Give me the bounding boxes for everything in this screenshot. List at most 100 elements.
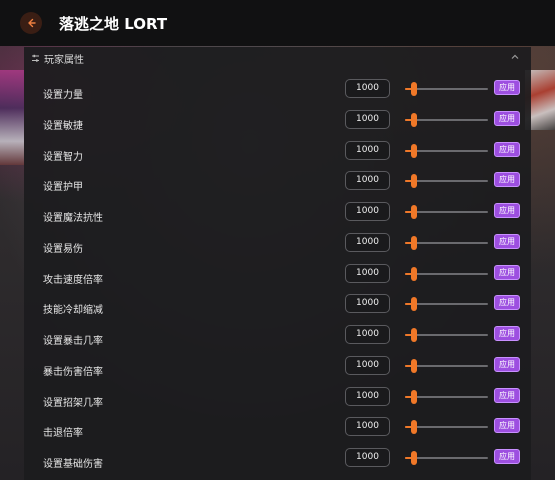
attribute-row: 设置护甲 1000 应用: [24, 170, 531, 201]
attribute-row: 设置魔法抗性 1000 应用: [24, 201, 531, 232]
section-title: 玩家属性: [44, 54, 84, 66]
slider-track: [405, 118, 488, 121]
attribute-label: 击退倍率: [43, 428, 83, 440]
slider-track: [405, 303, 488, 306]
section-header[interactable]: 玩家属性: [24, 47, 531, 69]
slider-thumb[interactable]: [410, 143, 417, 158]
slider-track: [405, 88, 488, 90]
value-input[interactable]: 1000: [345, 386, 390, 406]
attribute-label: 技能冷却缩减: [43, 305, 103, 317]
slider-thumb[interactable]: [410, 328, 417, 342]
apply-button[interactable]: 应用: [494, 356, 520, 372]
value-slider[interactable]: [405, 296, 488, 312]
value-slider[interactable]: [405, 266, 488, 282]
apply-button[interactable]: 应用: [494, 80, 520, 95]
apply-button[interactable]: 应用: [494, 203, 520, 218]
slider-thumb[interactable]: [410, 235, 417, 250]
slider-track: [405, 457, 488, 459]
value-slider[interactable]: [405, 235, 488, 251]
attribute-label: 设置魔法抗性: [43, 213, 103, 224]
apply-button[interactable]: 应用: [494, 264, 520, 280]
attribute-label: 设置暴击几率: [43, 336, 103, 347]
value-slider[interactable]: [405, 327, 488, 343]
chevron-up-icon[interactable]: [510, 52, 520, 62]
value-input[interactable]: 1000: [345, 263, 390, 283]
attribute-row: 攻击速度倍率 1000 应用: [24, 263, 531, 294]
slider-thumb[interactable]: [410, 420, 417, 435]
slider-thumb[interactable]: [410, 297, 417, 312]
slider-track: [405, 241, 488, 244]
attribute-row: 击退倍率 1000 应用: [24, 416, 531, 447]
attribute-label: 暴击伤害倍率: [43, 366, 103, 378]
app-title: 落逃之地 LORT: [59, 14, 168, 33]
attribute-row: 设置招架几率 1000 应用: [24, 386, 531, 417]
slider-track: [405, 272, 488, 275]
slider-track: [405, 334, 488, 336]
value-slider[interactable]: [405, 112, 488, 128]
value-slider[interactable]: [405, 143, 488, 159]
attribute-label: 设置护甲: [43, 182, 83, 194]
value-slider[interactable]: [405, 389, 488, 405]
attribute-row: 技能冷却缩减 1000 应用: [24, 293, 531, 324]
value-input[interactable]: 1000: [345, 171, 390, 191]
attribute-row: 设置暴击几率 1000 应用: [24, 324, 531, 355]
value-input[interactable]: 1000: [345, 448, 390, 467]
slider-thumb[interactable]: [410, 389, 417, 404]
value-slider[interactable]: [405, 419, 488, 435]
value-slider[interactable]: [405, 450, 488, 466]
apply-button[interactable]: 应用: [494, 326, 520, 341]
value-input[interactable]: 1000: [345, 232, 390, 252]
attribute-label: 攻击速度倍率: [43, 274, 103, 286]
slider-track: [405, 149, 488, 152]
value-input[interactable]: 1000: [345, 140, 390, 160]
sliders-icon: [32, 54, 39, 62]
back-button[interactable]: [20, 12, 42, 34]
slider-thumb[interactable]: [410, 112, 417, 127]
value-input[interactable]: 1000: [345, 79, 390, 98]
apply-button[interactable]: 应用: [494, 110, 520, 126]
slider-track: [405, 364, 488, 367]
value-input[interactable]: 1000: [345, 109, 390, 129]
slider-track: [405, 426, 488, 429]
value-input[interactable]: 1000: [345, 202, 390, 221]
value-slider[interactable]: [405, 173, 488, 189]
slider-thumb[interactable]: [410, 358, 417, 373]
apply-button[interactable]: 应用: [494, 233, 520, 249]
background-art-left: [0, 70, 24, 165]
attribute-label: 设置易伤: [43, 243, 83, 255]
value-input[interactable]: 1000: [345, 417, 390, 437]
apply-button[interactable]: 应用: [494, 295, 520, 311]
apply-button[interactable]: 应用: [494, 172, 520, 188]
value-input[interactable]: 1000: [345, 294, 390, 314]
slider-thumb[interactable]: [410, 266, 417, 281]
slider-thumb[interactable]: [410, 174, 417, 189]
value-slider[interactable]: [405, 204, 488, 220]
title-bar: 落逃之地 LORT: [0, 0, 555, 46]
attribute-row: 设置智力 1000 应用: [24, 140, 531, 171]
apply-button[interactable]: 应用: [494, 387, 520, 403]
apply-button[interactable]: 应用: [494, 418, 520, 434]
player-attributes-panel: 玩家属性 设置力量 1000 应用 设置敏捷 1000 应用 设置智力 1000 应用 设置护甲 1…: [24, 47, 531, 480]
slider-track: [405, 395, 488, 398]
apply-button[interactable]: 应用: [494, 449, 520, 464]
attribute-row: 设置力量 1000 应用: [24, 78, 531, 109]
back-arrow-icon: [28, 18, 36, 28]
attribute-row: 暴击伤害倍率 1000 应用: [24, 355, 531, 386]
attribute-label: 设置智力: [43, 151, 83, 163]
attribute-label: 设置招架几率: [43, 397, 103, 409]
apply-button[interactable]: 应用: [494, 141, 520, 157]
attribute-row: 设置基础伤害 1000 应用: [24, 447, 531, 478]
value-slider[interactable]: [405, 81, 488, 97]
slider-thumb[interactable]: [410, 205, 417, 219]
value-input[interactable]: 1000: [345, 325, 390, 344]
value-input[interactable]: 1000: [345, 355, 390, 375]
value-slider[interactable]: [405, 358, 488, 374]
attribute-label: 设置力量: [43, 90, 83, 101]
slider-thumb[interactable]: [410, 451, 417, 465]
attribute-label: 设置敏捷: [43, 120, 83, 132]
attribute-row: 设置敏捷 1000 应用: [24, 109, 531, 140]
slider-track: [405, 211, 488, 213]
attribute-label: 设置基础伤害: [43, 459, 103, 470]
attribute-row: 设置易伤 1000 应用: [24, 232, 531, 263]
slider-thumb[interactable]: [410, 82, 417, 96]
